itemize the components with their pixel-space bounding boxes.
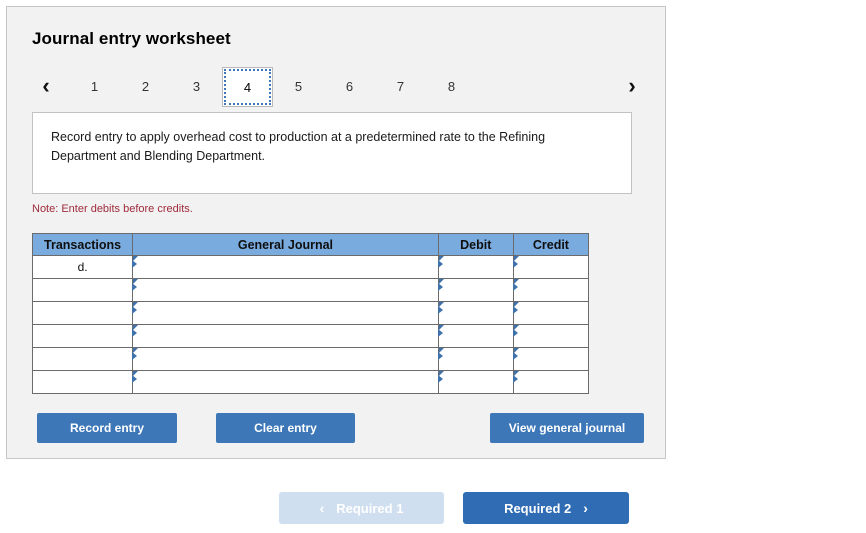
- debit-input-cell[interactable]: [437, 347, 514, 371]
- dropdown-marker-icon: [132, 302, 139, 314]
- debits-before-credits-note: Note: Enter debits before credits.: [32, 203, 193, 215]
- table-row: [31, 370, 590, 394]
- table-row: [31, 347, 590, 371]
- entry-prompt-text: Record entry to apply overhead cost to p…: [51, 130, 546, 163]
- pager-tab-1[interactable]: 1: [69, 67, 120, 107]
- debit-input-cell[interactable]: [437, 301, 514, 325]
- page-title: Journal entry worksheet: [32, 29, 231, 48]
- pager-tab-3[interactable]: 3: [171, 67, 222, 107]
- dropdown-marker-icon: [512, 279, 519, 291]
- pager-tab-5[interactable]: 5: [273, 67, 324, 107]
- record-entry-button[interactable]: Record entry: [37, 413, 177, 443]
- general-journal-input-cell[interactable]: [132, 370, 439, 394]
- pager-tab-4[interactable]: 4: [222, 67, 273, 107]
- dropdown-marker-icon: [437, 302, 444, 314]
- credit-input-cell[interactable]: [512, 255, 590, 279]
- column-header-credit: Credit: [512, 233, 590, 256]
- dropdown-marker-icon: [132, 325, 139, 337]
- column-header-general-journal: General Journal: [132, 233, 439, 256]
- pager-tab-list: 1 2 3 4 5 6 7 8: [69, 67, 477, 107]
- table-row: [31, 278, 590, 302]
- general-journal-input-cell[interactable]: [132, 347, 439, 371]
- table-header-row: Transactions General Journal Debit Credi…: [31, 233, 590, 256]
- dropdown-marker-icon: [132, 371, 139, 383]
- column-header-transactions: Transactions: [31, 233, 134, 256]
- required-2-label: Required 2: [504, 500, 572, 516]
- table-row: [31, 324, 590, 348]
- required-1-label: Required 1: [336, 500, 404, 516]
- credit-input-cell[interactable]: [512, 301, 590, 325]
- debit-input-cell[interactable]: [437, 324, 514, 348]
- pager-tab-2[interactable]: 2: [120, 67, 171, 107]
- general-journal-input-cell[interactable]: [132, 324, 439, 348]
- transaction-label-cell: [31, 370, 134, 394]
- dropdown-marker-icon: [132, 256, 139, 268]
- dropdown-marker-icon: [437, 256, 444, 268]
- journal-entry-table: Transactions General Journal Debit Credi…: [31, 233, 590, 394]
- dropdown-marker-icon: [512, 256, 519, 268]
- credit-input-cell[interactable]: [512, 278, 590, 302]
- dropdown-marker-icon: [512, 348, 519, 360]
- dropdown-marker-icon: [437, 279, 444, 291]
- view-general-journal-button[interactable]: View general journal: [490, 413, 644, 443]
- transaction-label-cell: [31, 301, 134, 325]
- pager-tab-8[interactable]: 8: [426, 67, 477, 107]
- transaction-label-cell: d.: [31, 255, 134, 279]
- journal-entry-worksheet-panel: Journal entry worksheet ‹ 1 2 3 4 5 6 7 …: [6, 6, 666, 459]
- dropdown-marker-icon: [512, 302, 519, 314]
- worksheet-pager: ‹ 1 2 3 4 5 6 7 8 ›: [29, 67, 645, 109]
- dropdown-marker-icon: [512, 371, 519, 383]
- dropdown-marker-icon: [437, 348, 444, 360]
- transaction-label-cell: [31, 278, 134, 302]
- debit-input-cell[interactable]: [437, 255, 514, 279]
- dropdown-marker-icon: [132, 348, 139, 360]
- required-2-nav-button[interactable]: Required 2 ›: [463, 492, 629, 524]
- general-journal-input-cell[interactable]: [132, 301, 439, 325]
- dropdown-marker-icon: [437, 371, 444, 383]
- chevron-left-icon[interactable]: ‹: [33, 71, 59, 101]
- pager-tab-6[interactable]: 6: [324, 67, 375, 107]
- dropdown-marker-icon: [437, 325, 444, 337]
- transaction-label-cell: [31, 347, 134, 371]
- general-journal-input-cell[interactable]: [132, 255, 439, 279]
- pager-tab-7[interactable]: 7: [375, 67, 426, 107]
- column-header-debit: Debit: [437, 233, 514, 256]
- credit-input-cell[interactable]: [512, 370, 590, 394]
- clear-entry-button[interactable]: Clear entry: [216, 413, 355, 443]
- table-row: [31, 301, 590, 325]
- chevron-right-icon: ›: [583, 500, 588, 516]
- debit-input-cell[interactable]: [437, 370, 514, 394]
- general-journal-input-cell[interactable]: [132, 278, 439, 302]
- chevron-right-icon[interactable]: ›: [619, 71, 645, 101]
- dropdown-marker-icon: [512, 325, 519, 337]
- entry-prompt-box: Record entry to apply overhead cost to p…: [32, 112, 632, 194]
- dropdown-marker-icon: [132, 279, 139, 291]
- required-1-nav-button[interactable]: ‹ Required 1: [279, 492, 444, 524]
- credit-input-cell[interactable]: [512, 324, 590, 348]
- table-row: d.: [31, 255, 590, 279]
- debit-input-cell[interactable]: [437, 278, 514, 302]
- transaction-label-cell: [31, 324, 134, 348]
- credit-input-cell[interactable]: [512, 347, 590, 371]
- chevron-left-icon: ‹: [319, 500, 325, 516]
